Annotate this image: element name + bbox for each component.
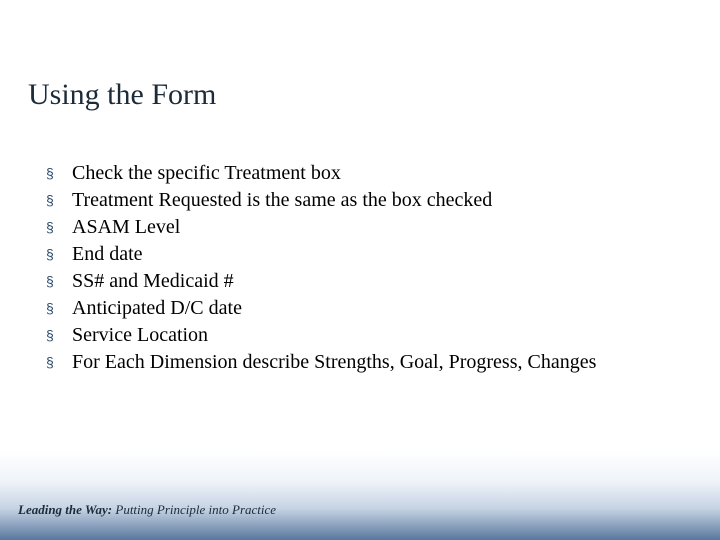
slide-title: Using the Form	[28, 78, 216, 112]
footer-text: Leading the Way: Putting Principle into …	[18, 502, 276, 518]
footer-lead: Leading the Way:	[18, 502, 112, 517]
bullet-icon: §	[46, 272, 72, 291]
footer-gradient	[0, 450, 720, 540]
list-item: § For Each Dimension describe Strengths,…	[46, 349, 686, 376]
list-item: § Check the specific Treatment box	[46, 160, 686, 187]
list-item: § End date	[46, 241, 686, 268]
list-item: § Anticipated D/C date	[46, 295, 686, 322]
bullet-icon: §	[46, 245, 72, 264]
slide: Using the Form § Check the specific Trea…	[0, 0, 720, 540]
bullet-icon: §	[46, 326, 72, 345]
footer-sub: Putting Principle into Practice	[112, 502, 276, 517]
bullet-icon: §	[46, 299, 72, 318]
list-item-text: Treatment Requested is the same as the b…	[72, 187, 686, 214]
list-item-text: End date	[72, 241, 686, 268]
list-item: § Treatment Requested is the same as the…	[46, 187, 686, 214]
list-item: § ASAM Level	[46, 214, 686, 241]
bullet-icon: §	[46, 164, 72, 183]
list-item-text: Anticipated D/C date	[72, 295, 686, 322]
list-item-text: Service Location	[72, 322, 686, 349]
list-item-text: For Each Dimension describe Strengths, G…	[72, 349, 686, 376]
bullet-icon: §	[46, 191, 72, 210]
bullet-icon: §	[46, 353, 72, 372]
bullet-icon: §	[46, 218, 72, 237]
list-item-text: Check the specific Treatment box	[72, 160, 686, 187]
list-item-text: SS# and Medicaid #	[72, 268, 686, 295]
list-item: § Service Location	[46, 322, 686, 349]
bullet-list: § Check the specific Treatment box § Tre…	[46, 160, 686, 376]
list-item: § SS# and Medicaid #	[46, 268, 686, 295]
list-item-text: ASAM Level	[72, 214, 686, 241]
